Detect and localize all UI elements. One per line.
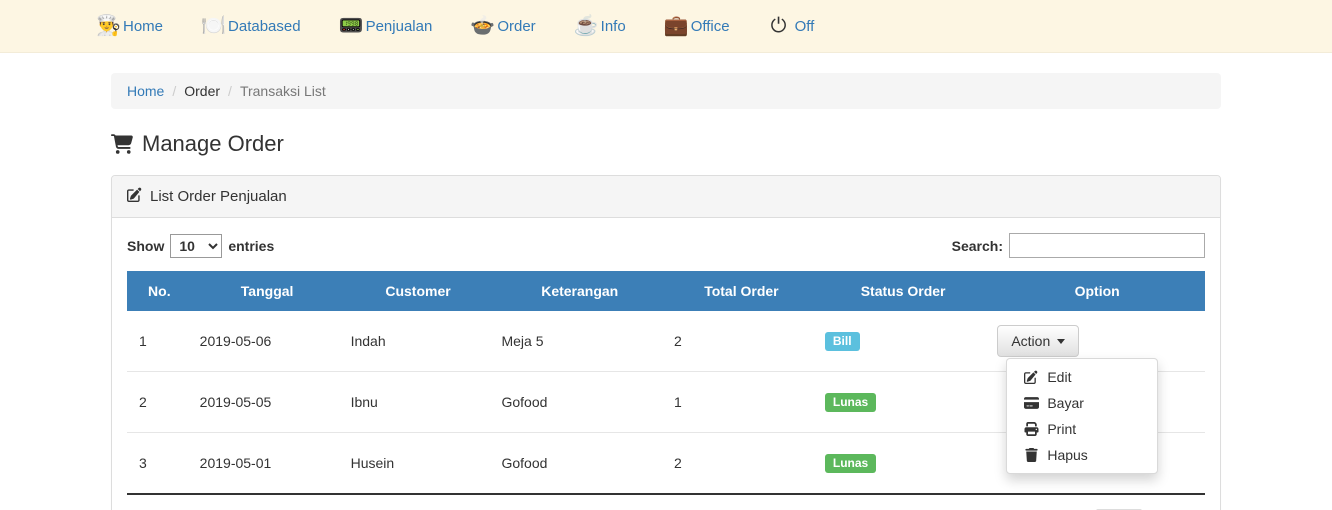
nav-item-info[interactable]: ☕ Info xyxy=(574,16,626,36)
page-title-text: Manage Order xyxy=(142,131,284,156)
dropdown-item-bayar[interactable]: Bayar xyxy=(1007,390,1157,416)
column-header-tanggal[interactable]: Tanggal xyxy=(191,271,343,311)
column-header-customer[interactable]: Customer xyxy=(342,271,494,311)
action-dropdown-menu: Edit Bayar Print Hapus xyxy=(1006,358,1159,474)
cash-register-icon: 📟 xyxy=(338,15,364,37)
cell-status: Lunas xyxy=(816,432,990,493)
shopping-cart-icon xyxy=(111,134,133,154)
nav-item-penjualan[interactable]: 📟 Penjualan xyxy=(339,16,433,36)
cell-keterangan: Gofood xyxy=(493,432,666,493)
order-table: No. Tanggal Customer Keterangan Total Or… xyxy=(127,271,1205,493)
breadcrumb-item-order[interactable]: Order xyxy=(184,83,220,99)
cell-status: Lunas xyxy=(816,371,990,433)
table-header-row: No. Tanggal Customer Keterangan Total Or… xyxy=(127,271,1205,311)
cell-total-order: 1 xyxy=(665,371,817,433)
cell-tanggal: 2019-05-06 xyxy=(199,333,272,349)
panel-heading: List Order Penjualan xyxy=(112,176,1220,218)
edit-square-icon xyxy=(127,187,142,206)
power-icon: ⏻ xyxy=(770,15,787,37)
breadcrumb-separator: / xyxy=(228,83,232,99)
trash-icon xyxy=(1023,448,1039,462)
food-bowl-icon: 🍲 xyxy=(470,15,496,37)
nav-item-label: Off xyxy=(794,17,815,35)
datatable-footer: Showing 1 to 3 of 3 entries Previous 1 N… xyxy=(127,493,1205,510)
nav-item-off[interactable]: ⏻ Off xyxy=(768,16,815,36)
breadcrumb-separator: / xyxy=(172,83,177,99)
column-header-total-order[interactable]: Total Order xyxy=(665,271,817,311)
nav-item-office[interactable]: 💼 Office xyxy=(664,16,730,36)
briefcase-icon: 💼 xyxy=(663,15,689,37)
cell-no: 3 xyxy=(127,432,192,493)
dropdown-item-label: Hapus xyxy=(1047,447,1088,463)
entries-label: entries xyxy=(228,237,275,254)
column-header-keterangan[interactable]: Keterangan xyxy=(493,271,666,311)
printer-icon xyxy=(1023,422,1039,436)
nav-item-home[interactable]: 👨‍🍳 Home xyxy=(96,16,163,36)
table-body: 1 2019-05-06 Indah Meja 5 2 Bill Action xyxy=(127,311,1205,493)
dropdown-item-label: Print xyxy=(1047,421,1077,437)
column-header-option[interactable]: Option xyxy=(989,271,1205,311)
breadcrumb-item-home[interactable]: Home xyxy=(127,83,164,99)
nav-item-label: Info xyxy=(600,17,626,35)
search-label: Search: xyxy=(951,237,1003,254)
show-label: Show xyxy=(127,237,165,254)
status-badge: Bill xyxy=(824,331,860,351)
top-navbar: 👨‍🍳 Home 🍽️ Databased 📟 Penjualan 🍲 Orde… xyxy=(0,0,1332,53)
action-dropdown-wrapper: Action xyxy=(997,325,1159,474)
cell-total-order: 2 xyxy=(665,432,817,493)
dropdown-item-label: Edit xyxy=(1047,369,1072,385)
cell-status: Bill xyxy=(817,311,989,372)
breadcrumb: Home / Order / Transaksi List xyxy=(111,73,1221,109)
action-button[interactable]: Action xyxy=(997,325,1080,357)
panel-body: Show 10 25 50 100 entries Search: xyxy=(112,218,1220,510)
page-length-control: Show 10 25 50 100 entries xyxy=(127,233,275,258)
nav-item-label: Databased xyxy=(228,17,301,35)
cell-total-order: 2 xyxy=(673,333,682,349)
panel-heading-text: List Order Penjualan xyxy=(150,188,287,205)
search-control: Search: xyxy=(952,233,1205,258)
cell-customer: Ibnu xyxy=(342,371,494,433)
nav-item-order[interactable]: 🍲 Order xyxy=(470,16,535,36)
column-header-no[interactable]: No. xyxy=(127,271,192,311)
nav-item-label: Order xyxy=(497,17,536,35)
credit-card-icon xyxy=(1023,396,1039,410)
dropdown-item-label: Bayar xyxy=(1047,395,1084,411)
cell-tanggal: 2019-05-01 xyxy=(191,432,343,493)
cell-customer: Indah xyxy=(350,333,386,349)
fish-plate-icon: 🍽️ xyxy=(201,15,226,37)
dropdown-item-print[interactable]: Print xyxy=(1007,416,1157,442)
cell-tanggal: 2019-05-05 xyxy=(191,371,343,433)
datatable-controls: Show 10 25 50 100 entries Search: xyxy=(127,233,1205,258)
breadcrumb-item-current: Transaksi List xyxy=(239,83,326,99)
nav-item-databased[interactable]: 🍽️ Databased xyxy=(201,16,301,36)
page-title: Manage Order xyxy=(111,131,1221,157)
page-length-select[interactable]: 10 25 50 100 xyxy=(170,233,223,258)
nav-item-label: Office xyxy=(690,17,730,35)
chef-icon: 👨‍🍳 xyxy=(96,15,121,37)
order-list-panel: List Order Penjualan Show 10 25 50 100 e… xyxy=(111,175,1221,510)
page-container: Home / Order / Transaksi List Manage Ord… xyxy=(96,73,1236,510)
chevron-down-icon xyxy=(1057,338,1066,344)
dropdown-item-edit[interactable]: Edit xyxy=(1007,364,1157,390)
nav-item-label: Home xyxy=(123,17,164,35)
dropdown-item-hapus[interactable]: Hapus xyxy=(1007,442,1157,468)
column-header-status[interactable]: Status Order xyxy=(816,271,990,311)
cell-no: 1 xyxy=(139,333,147,349)
status-badge: Lunas xyxy=(824,453,877,473)
table-row: 1 2019-05-06 Indah Meja 5 2 Bill Action xyxy=(127,311,1205,474)
cell-keterangan: Meja 5 xyxy=(501,333,544,349)
action-button-label: Action xyxy=(1011,333,1051,349)
nav-item-label: Penjualan xyxy=(365,17,433,35)
edit-square-icon xyxy=(1023,370,1039,384)
status-badge: Lunas xyxy=(824,392,877,412)
cell-customer: Husein xyxy=(342,432,494,493)
table-header: No. Tanggal Customer Keterangan Total Or… xyxy=(127,271,1205,311)
cell-no: 2 xyxy=(127,371,192,433)
hot-beverage-icon: ☕ xyxy=(573,15,599,37)
cell-option: Action xyxy=(989,311,1205,474)
search-input[interactable] xyxy=(1009,233,1205,258)
cell-keterangan: Gofood xyxy=(493,371,666,433)
